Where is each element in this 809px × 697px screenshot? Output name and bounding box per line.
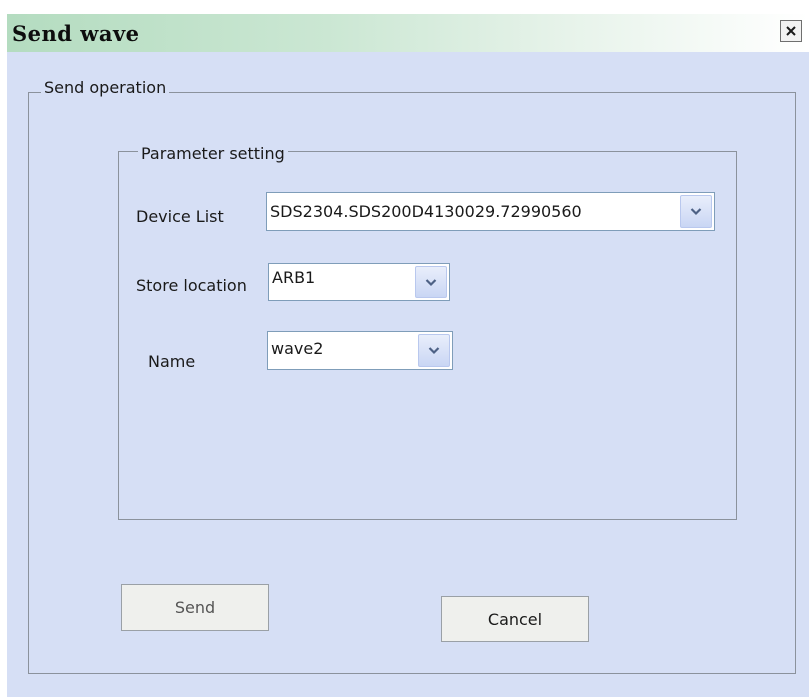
title-bar[interactable]: Send wave bbox=[7, 14, 809, 52]
name-label: Name bbox=[148, 352, 196, 371]
device-list-label: Device List bbox=[136, 207, 224, 226]
chevron-down-icon bbox=[425, 278, 437, 286]
store-location-label: Store location bbox=[136, 276, 247, 295]
store-location-select[interactable]: ARB1 bbox=[268, 263, 450, 301]
chevron-down-icon bbox=[690, 208, 702, 216]
device-list-select[interactable]: SDS2304.SDS200D4130029.72990560 bbox=[266, 192, 715, 231]
name-value: wave2 bbox=[271, 339, 324, 358]
device-list-dropdown-button[interactable] bbox=[680, 195, 712, 228]
store-location-value: ARB1 bbox=[272, 268, 316, 287]
device-list-value: SDS2304.SDS200D4130029.72990560 bbox=[270, 202, 582, 221]
name-dropdown-button[interactable] bbox=[418, 334, 450, 367]
window-title: Send wave bbox=[12, 21, 140, 46]
chevron-down-icon bbox=[428, 347, 440, 355]
store-location-dropdown-button[interactable] bbox=[415, 266, 447, 298]
send-operation-legend: Send operation bbox=[41, 79, 170, 97]
name-select[interactable]: wave2 bbox=[267, 331, 453, 370]
send-button[interactable]: Send bbox=[121, 584, 269, 631]
close-icon bbox=[786, 26, 796, 36]
close-button[interactable] bbox=[780, 20, 802, 42]
parameter-setting-legend: Parameter setting bbox=[138, 145, 288, 163]
cancel-button[interactable]: Cancel bbox=[441, 596, 589, 642]
